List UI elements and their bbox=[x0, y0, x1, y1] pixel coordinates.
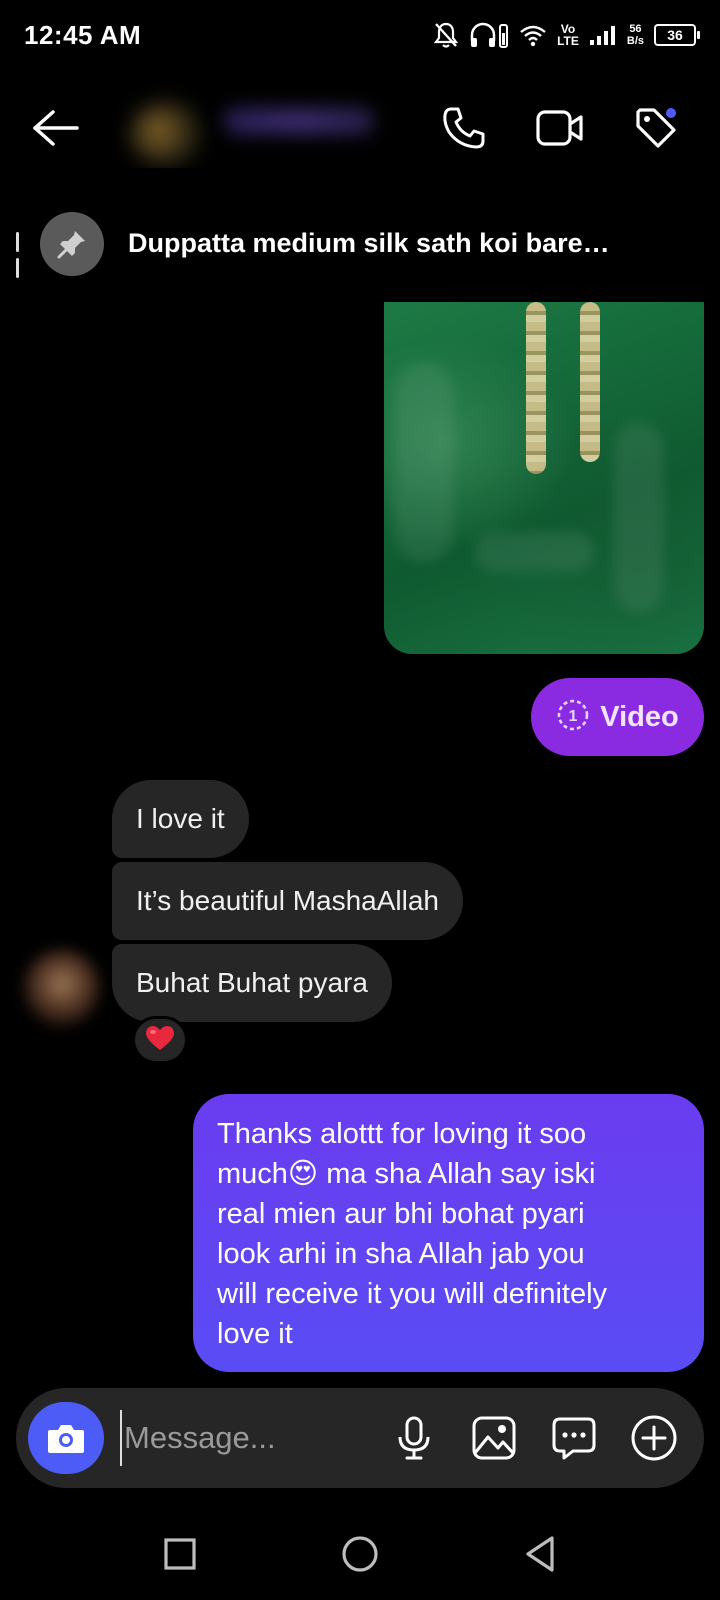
heart-reaction[interactable] bbox=[132, 1016, 188, 1064]
message-line: look arhi in sha Allah jab you bbox=[217, 1238, 585, 1270]
camera-icon bbox=[48, 1425, 84, 1453]
system-nav-bar bbox=[0, 1500, 720, 1600]
arrow-left-icon bbox=[33, 110, 79, 146]
message-line: will receive it you will definitely bbox=[217, 1278, 608, 1310]
sender-avatar[interactable] bbox=[24, 950, 100, 1026]
embroidery-pattern bbox=[526, 302, 546, 474]
camera-button[interactable] bbox=[28, 1402, 104, 1474]
recent-apps-icon bbox=[164, 1538, 196, 1570]
message-line: real mien aur bhi bohat pyari bbox=[217, 1198, 585, 1230]
gallery-icon bbox=[472, 1416, 516, 1460]
signal-icon bbox=[589, 24, 617, 46]
wifi-icon bbox=[519, 23, 547, 47]
pinned-message-text: Duppatta medium silk sath koi bare… bbox=[128, 228, 610, 258]
headphones-icon bbox=[469, 21, 509, 49]
message-composer bbox=[16, 1388, 704, 1488]
battery-icon: 36 bbox=[654, 24, 700, 46]
system-back-button[interactable] bbox=[512, 1526, 568, 1582]
video-call-button[interactable] bbox=[532, 100, 588, 156]
recent-apps-button[interactable] bbox=[152, 1526, 208, 1582]
avatar bbox=[130, 102, 202, 166]
message-line: much😍 ma sha Allah say iski bbox=[217, 1158, 596, 1190]
view-once-icon: 1 bbox=[556, 698, 590, 737]
home-button[interactable] bbox=[332, 1526, 388, 1582]
pinned-message-banner[interactable]: Duppatta medium silk sath koi bare… bbox=[0, 206, 720, 278]
plus-circle-icon bbox=[631, 1415, 677, 1461]
heart-eyes-emoji: 😍 bbox=[287, 1158, 319, 1190]
notifications-off-icon bbox=[433, 21, 459, 49]
more-options-button[interactable] bbox=[626, 1410, 682, 1466]
notification-dot bbox=[664, 106, 678, 120]
sticker-button[interactable] bbox=[546, 1410, 602, 1466]
outgoing-message[interactable]: Thanks alottt for loving it soo much😍 ma… bbox=[193, 1094, 704, 1372]
svg-text:1: 1 bbox=[569, 708, 578, 725]
message-line: Thanks alottt for loving it soo bbox=[217, 1118, 587, 1150]
incoming-message[interactable]: I love it bbox=[112, 780, 249, 858]
video-label: Video bbox=[600, 700, 679, 733]
tag-button[interactable] bbox=[628, 100, 684, 156]
sticker-icon bbox=[552, 1417, 596, 1460]
heart-icon bbox=[145, 1025, 175, 1056]
pin-icon bbox=[40, 212, 104, 276]
voice-message-button[interactable] bbox=[386, 1410, 442, 1466]
audio-call-button[interactable] bbox=[436, 100, 492, 156]
pinned-indicator bbox=[16, 232, 20, 284]
back-button[interactable] bbox=[28, 100, 84, 156]
status-icons: Vo LTE 56 B/s 36 bbox=[433, 18, 700, 52]
phone-icon bbox=[443, 107, 485, 149]
microphone-icon bbox=[398, 1416, 430, 1460]
image-message[interactable] bbox=[384, 302, 704, 654]
message-line: love it bbox=[217, 1318, 293, 1350]
contact-info[interactable] bbox=[114, 84, 404, 168]
video-camera-icon bbox=[536, 110, 583, 146]
chat-header bbox=[0, 80, 720, 176]
message-input[interactable] bbox=[120, 1410, 360, 1466]
status-bar: 12:45 AM Vo LTE 56 B/s 36 bbox=[0, 0, 720, 72]
status-time: 12:45 AM bbox=[24, 20, 142, 50]
contact-name-redacted bbox=[224, 108, 374, 134]
gallery-button[interactable] bbox=[466, 1410, 522, 1466]
incoming-message[interactable]: It’s beautiful MashaAllah bbox=[112, 862, 463, 940]
embroidery-pattern bbox=[580, 302, 600, 462]
incoming-message[interactable]: Buhat Buhat pyara bbox=[112, 944, 392, 1022]
view-once-video-button[interactable]: 1 Video bbox=[531, 678, 704, 756]
volte-indicator: Vo LTE bbox=[557, 22, 579, 48]
network-speed: 56 B/s bbox=[626, 23, 644, 47]
back-icon bbox=[526, 1536, 554, 1572]
home-icon bbox=[342, 1536, 378, 1572]
